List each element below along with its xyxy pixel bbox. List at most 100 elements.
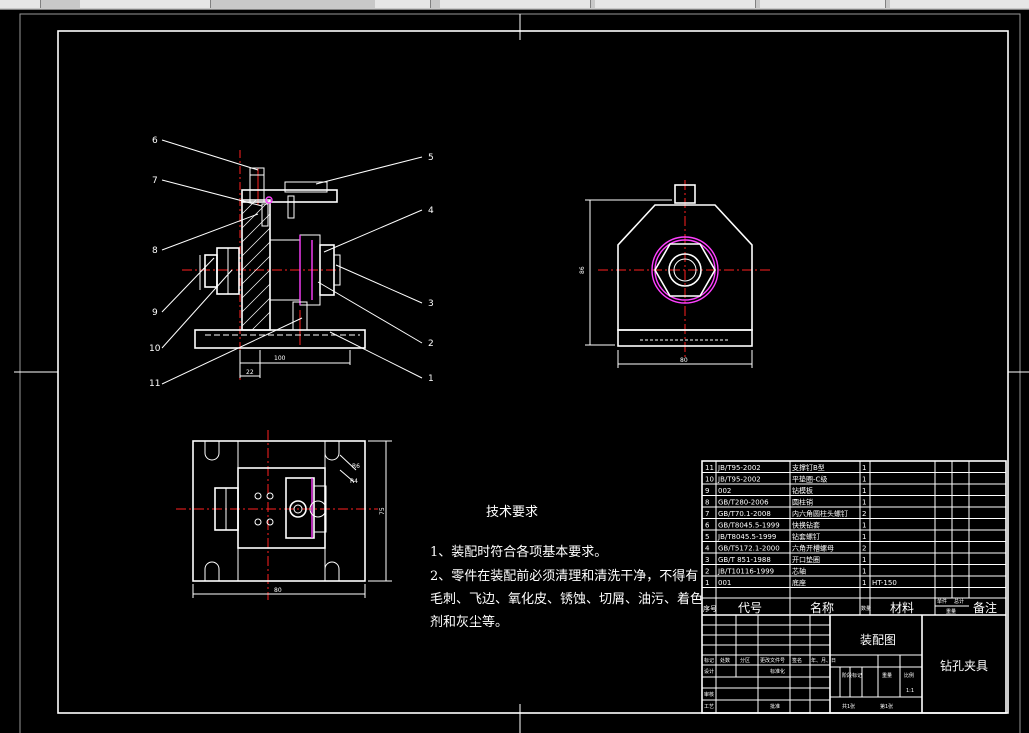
part-qty: 1 [862,568,866,576]
tech-line-1: 1、装配时符合各项基本要求。 [430,544,607,560]
dim-plan-r1: R6 [352,463,360,470]
part-name: 芯轴 [792,567,806,576]
tb-sign: 签名 [792,657,802,664]
dim-side-height: 86 [579,266,586,274]
balloon-5: 5 [428,153,434,163]
part-name: 六角开槽螺母 [792,544,834,553]
balloon-7: 7 [152,176,158,186]
toolbar-segment[interactable] [0,0,41,8]
part-qty: 1 [862,476,866,484]
header-code: 代号 [738,601,762,615]
part-code: GB/T5172.1-2000 [718,545,780,553]
part-code: JB/T10116-1999 [717,568,774,576]
part-code: GB/T280-2006 [718,499,769,507]
balloon-10: 10 [149,344,161,354]
part-qty: 1 [862,522,866,530]
tb-scale-value: 1:1 [906,688,914,694]
part-qty: 2 [862,510,866,518]
balloon-11: 11 [149,379,160,389]
toolbar-segment[interactable] [375,0,431,8]
header-mat: 材料 [890,601,914,615]
tech-title: 技术要求 [486,505,538,520]
part-no: 4 [705,545,710,553]
part-name: 开口垫圈 [792,555,820,564]
toolbar-segment[interactable] [595,0,756,8]
part-name: 内六角圆柱头螺钉 [792,509,848,518]
part-code: GB/T8045.5-1999 [718,522,780,530]
balloon-2: 2 [428,339,434,349]
header-remark: 备注 [973,600,997,615]
toolbar-segment[interactable] [80,0,211,8]
part-qty: 1 [862,499,866,507]
part-no: 2 [705,568,709,576]
part-code: JB/T95-2002 [717,464,761,472]
tb-approve: 批准 [770,703,780,710]
dim-side-width: 80 [680,357,688,364]
tb-process: 工艺 [704,704,714,710]
part-name: 钻模板 [792,486,813,495]
tb-weight: 重量 [882,672,892,679]
part-qty: 1 [862,556,866,564]
product-name: 钻孔夹具 [940,658,988,673]
header-no: 序号 [703,604,717,613]
tb-mark: 标记 [704,657,714,664]
dim-plan-r2: R4 [350,478,358,485]
header-qty: 数量 [861,605,871,612]
part-name: 底座 [792,578,806,587]
part-qty: 1 [862,579,866,587]
balloon-4: 4 [428,206,434,216]
part-code: GB/T70.1-2008 [718,510,771,518]
balloon-3: 3 [428,299,434,309]
part-code: 001 [718,579,731,587]
front-view [182,150,366,380]
balloon-6: 6 [152,136,158,146]
tb-count: 处数 [720,657,730,664]
part-name: 平垫圈-C级 [792,475,827,484]
tech-line-3: 毛刺、飞边、氧化皮、锈蚀、切屑、油污、着色 [430,591,703,607]
tb-check: 审核 [704,691,714,698]
part-no: 8 [705,499,709,507]
part-qty: 1 [862,533,866,541]
part-name: 快换钻套 [792,521,820,530]
tb-docno: 更改文件号 [760,657,785,664]
part-qty: 2 [862,545,866,553]
tb-standard: 标准化 [770,668,785,675]
balloon-9: 9 [152,308,158,318]
part-no: 10 [705,476,714,484]
header-name: 名称 [810,600,834,615]
side-view [585,180,770,368]
part-no: 7 [705,510,709,518]
part-no: 6 [705,522,710,530]
tb-scale: 比例 [904,672,914,679]
drawing-title: 装配图 [860,633,896,647]
part-code: JB/T95-2002 [717,476,761,484]
toolbar-segment[interactable] [890,0,1029,8]
drawing-canvas[interactable]: 100 22 6 7 8 9 10 11 5 4 3 2 1 86 80 80 … [0,9,1029,733]
part-code: GB/T 851-1988 [718,556,771,564]
part-qty: 1 [862,464,866,472]
dim-plan-height: 75 [379,507,386,515]
dim-front-width: 100 [274,355,286,362]
drawing-frame [14,13,1029,733]
part-no: 9 [705,487,709,495]
dim-front-left: 22 [246,369,254,376]
part-mat: HT-150 [872,579,897,587]
part-no: 5 [705,533,709,541]
part-code: JB/T8045.5-1999 [717,533,776,541]
toolbar-segment[interactable] [760,0,886,8]
tb-sheets: 共1张 [842,703,855,710]
part-no: 1 [705,579,709,587]
part-name: 圆柱销 [792,498,813,507]
balloon-1: 1 [428,374,434,384]
part-name: 钻套螺钉 [792,532,820,541]
part-qty: 1 [862,487,866,495]
tb-stage: 阶段标记 [842,672,862,679]
tb-zone: 分区 [740,657,750,664]
tb-date: 年、月、日 [811,657,836,664]
part-no: 3 [705,556,709,564]
header-single: 单件 [937,598,947,605]
tech-line-2: 2、零件在装配前必须清理和清洗干净，不得有 [430,568,698,584]
balloon-8: 8 [152,246,158,256]
toolbar-segment[interactable] [440,0,591,8]
dim-plan-width: 80 [274,587,282,594]
